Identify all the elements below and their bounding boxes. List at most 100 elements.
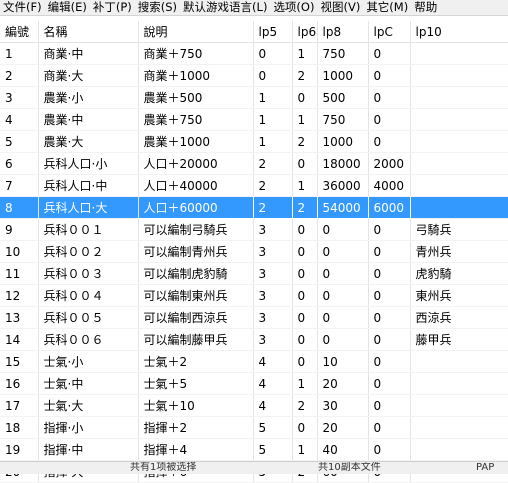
table-cell[interactable]: 3 — [253, 284, 293, 307]
table-cell[interactable]: 商業＋1000 — [138, 64, 254, 87]
table-cell[interactable]: 0 — [317, 284, 369, 307]
table-cell[interactable]: 士氣·中 — [38, 372, 139, 395]
menu-item[interactable]: 其它(M) — [363, 0, 411, 15]
table-cell[interactable] — [410, 438, 508, 461]
table-cell[interactable]: 18000 — [317, 152, 369, 175]
table-cell[interactable]: 兵科人口·中 — [38, 174, 139, 197]
table-cell[interactable]: 青州兵 — [410, 240, 508, 263]
table-cell[interactable]: 500 — [317, 86, 369, 109]
data-grid[interactable]: 編號 名稱 說明 lp5 lp6 lp8 lpC lp10 1 商業·中 商業＋750 0 1 750 0… — [0, 21, 508, 483]
table-cell[interactable]: 商業·中 — [38, 42, 139, 65]
table-cell[interactable]: 2 — [292, 394, 318, 417]
table-row[interactable]: 2 商業·大 商業＋1000 0 2 1000 0 — [0, 64, 508, 87]
table-row[interactable]: 3 農業·小 農業＋500 1 0 500 0 — [0, 86, 508, 109]
table-cell[interactable]: 1 — [292, 372, 318, 395]
table-cell[interactable]: 0 — [292, 218, 318, 241]
table-cell[interactable]: 2 — [253, 152, 293, 175]
table-cell[interactable]: 36000 — [317, 174, 369, 197]
table-cell[interactable]: 750 — [317, 108, 369, 131]
table-cell[interactable]: 0 — [368, 328, 411, 351]
table-cell[interactable]: 人口＋60000 — [137, 196, 254, 219]
table-cell[interactable]: 54000 — [316, 196, 369, 219]
table-cell[interactable]: 3 — [253, 262, 293, 285]
table-cell[interactable]: 可以編制藤甲兵 — [138, 328, 254, 351]
col-lpc-header[interactable]: lpC — [368, 21, 411, 43]
table-cell[interactable]: 指揮·中 — [38, 438, 139, 461]
table-cell[interactable]: 0 — [368, 416, 411, 439]
table-cell[interactable]: 0 — [368, 42, 411, 65]
table-cell[interactable]: 1 — [292, 42, 318, 65]
table-row[interactable]: 1 商業·中 商業＋750 0 1 750 0 — [0, 42, 508, 65]
table-cell[interactable]: 0 — [292, 350, 318, 373]
table-cell[interactable]: 1 — [0, 42, 39, 65]
table-cell[interactable]: 0 — [317, 218, 369, 241]
table-cell[interactable]: 農業＋750 — [138, 108, 254, 131]
table-cell[interactable]: 0 — [317, 328, 369, 351]
table-cell[interactable]: 農業·小 — [38, 86, 139, 109]
table-cell[interactable]: 2 — [252, 196, 293, 219]
table-cell[interactable]: 0 — [292, 284, 318, 307]
table-cell[interactable]: 人口＋40000 — [138, 174, 254, 197]
table-cell[interactable]: 可以編制西涼兵 — [138, 306, 254, 329]
table-cell[interactable]: 6000 — [367, 196, 411, 219]
table-cell[interactable]: 可以編制弓騎兵 — [138, 218, 254, 241]
table-cell[interactable] — [410, 64, 508, 87]
table-cell[interactable]: 兵科００５ — [38, 306, 139, 329]
table-cell[interactable]: 虎豹騎 — [410, 262, 508, 285]
table-row[interactable]: 5 農業·大 農業＋1000 1 2 1000 0 — [0, 130, 508, 153]
table-cell[interactable]: 0 — [368, 130, 411, 153]
table-cell[interactable]: 兵科００３ — [38, 262, 139, 285]
table-cell[interactable]: 0 — [368, 306, 411, 329]
table-cell[interactable]: 0 — [292, 152, 318, 175]
menu-item[interactable]: 帮助 — [411, 0, 440, 15]
table-row[interactable]: 15 士氣·小 士氣＋2 4 0 10 0 — [0, 350, 508, 373]
table-row[interactable]: 13 兵科００５ 可以編制西涼兵 3 0 0 0 西涼兵 — [0, 306, 508, 329]
table-row[interactable]: 7 兵科人口·中 人口＋40000 2 1 36000 4000 — [0, 174, 508, 197]
table-row[interactable]: 19 指揮·中 指揮＋4 5 1 40 0 — [0, 438, 508, 461]
table-cell[interactable]: 0 — [292, 328, 318, 351]
table-cell[interactable]: 人口＋20000 — [138, 152, 254, 175]
table-cell[interactable]: 0 — [317, 306, 369, 329]
table-row[interactable]: 6 兵科人口·小 人口＋20000 2 0 18000 2000 — [0, 152, 508, 175]
table-cell[interactable]: 0 — [368, 240, 411, 263]
table-cell[interactable]: 士氣＋2 — [138, 350, 254, 373]
table-cell[interactable]: 4000 — [368, 174, 411, 197]
table-cell[interactable]: 2 — [253, 174, 293, 197]
table-cell[interactable] — [410, 372, 508, 395]
menu-item[interactable]: 搜索(S) — [135, 0, 180, 15]
table-cell[interactable]: 可以編制東州兵 — [138, 284, 254, 307]
table-cell[interactable] — [410, 394, 508, 417]
table-cell[interactable]: 0 — [368, 438, 411, 461]
table-cell[interactable]: 0 — [368, 372, 411, 395]
table-cell[interactable]: 10 — [0, 240, 39, 263]
table-cell[interactable]: 0 — [368, 284, 411, 307]
table-cell[interactable]: 0 — [292, 416, 318, 439]
table-row[interactable]: 16 士氣·中 士氣＋5 4 1 20 0 — [0, 372, 508, 395]
table-cell[interactable]: 15 — [0, 350, 39, 373]
table-cell[interactable] — [410, 86, 508, 109]
table-cell[interactable]: 0 — [368, 86, 411, 109]
table-cell[interactable]: 士氣＋10 — [138, 394, 254, 417]
table-cell[interactable]: 指揮·小 — [38, 416, 139, 439]
table-cell[interactable]: 14 — [0, 328, 39, 351]
table-cell[interactable]: 1 — [253, 108, 293, 131]
table-cell[interactable]: 農業＋1000 — [138, 130, 254, 153]
table-cell[interactable]: 0 — [292, 262, 318, 285]
table-cell[interactable]: 0 — [253, 42, 293, 65]
table-cell[interactable]: 20 — [317, 372, 369, 395]
table-cell[interactable]: 0 — [317, 240, 369, 263]
table-cell[interactable]: 20 — [317, 416, 369, 439]
table-cell[interactable]: 3 — [253, 306, 293, 329]
table-cell[interactable]: 弓騎兵 — [410, 218, 508, 241]
table-cell[interactable]: 0 — [368, 350, 411, 373]
table-cell[interactable]: 0 — [253, 64, 293, 87]
table-cell[interactable]: 兵科００４ — [38, 284, 139, 307]
col-id-header[interactable]: 編號 — [0, 21, 39, 43]
table-cell[interactable]: 可以編制青州兵 — [138, 240, 254, 263]
table-cell[interactable]: 18 — [0, 416, 39, 439]
table-cell[interactable]: 1 — [292, 438, 318, 461]
table-cell[interactable]: 2 — [292, 130, 318, 153]
table-cell[interactable]: 1000 — [317, 64, 369, 87]
table-row[interactable]: 4 農業·中 農業＋750 1 1 750 0 — [0, 108, 508, 131]
table-cell[interactable]: 1 — [253, 130, 293, 153]
